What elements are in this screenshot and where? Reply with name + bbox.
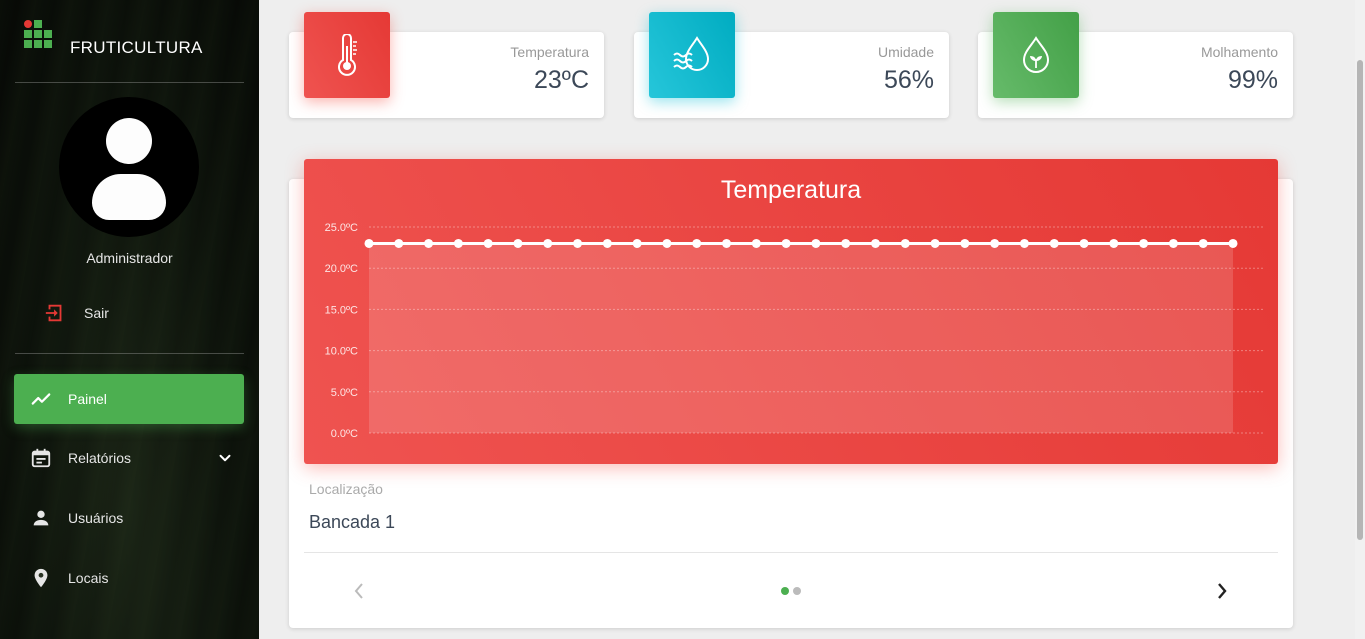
y-tick-label: 25.0ºC — [325, 222, 358, 234]
data-point — [1198, 238, 1208, 248]
sidebar-item-locais[interactable]: Locais — [14, 553, 244, 603]
stat-label: Umidade — [877, 44, 934, 60]
data-point — [1168, 238, 1178, 248]
logout-button[interactable]: Sair — [44, 302, 109, 324]
data-point — [990, 238, 1000, 248]
sidebar-item-label: Usuários — [68, 510, 124, 526]
data-point — [870, 238, 880, 248]
stat-value: 23ºC — [534, 66, 589, 94]
stat-label: Molhamento — [1200, 44, 1278, 60]
person-icon — [30, 507, 52, 529]
brand-title[interactable]: FRUTICULTURA — [70, 38, 203, 58]
pager-dot[interactable] — [781, 587, 789, 595]
data-point — [900, 238, 910, 248]
data-point — [662, 238, 672, 248]
stat-card-temperatura: Temperatura 23ºC — [289, 12, 604, 118]
y-tick-label: 15.0ºC — [325, 304, 358, 316]
data-point — [960, 238, 970, 248]
data-point — [632, 238, 642, 248]
data-point — [692, 238, 702, 248]
series-area — [369, 243, 1233, 433]
sidebar-item-painel[interactable]: Painel — [14, 374, 244, 424]
data-point — [1228, 238, 1238, 248]
data-point — [364, 238, 374, 248]
scrollbar[interactable] — [1355, 0, 1365, 639]
stat-card-molhamento: Molhamento 99% — [978, 12, 1293, 118]
location-value: Bancada 1 — [309, 512, 396, 532]
data-point — [1019, 238, 1029, 248]
leaf-drop-icon — [993, 12, 1079, 98]
data-point — [602, 238, 612, 248]
thermometer-icon — [304, 12, 390, 98]
data-point — [722, 238, 732, 248]
divider — [304, 552, 1278, 553]
stat-card-umidade: Umidade 56% — [634, 12, 949, 118]
sidebar: FRUTICULTURA Administrador Sair Painel R… — [0, 0, 259, 639]
location-pin-icon — [30, 567, 52, 589]
chevron-left-icon[interactable] — [351, 581, 367, 606]
stat-value: 99% — [1227, 66, 1278, 94]
avatar[interactable] — [59, 97, 199, 237]
sidebar-item-label: Painel — [68, 391, 107, 407]
sidebar-divider — [15, 82, 244, 83]
data-point — [513, 238, 523, 248]
temperature-chart-card: Temperatura 0.0ºC 5.0ºC 10.0ºC 15.0ºC 20.0ºC… — [289, 159, 1293, 628]
data-point — [781, 238, 791, 248]
temperature-chart: Temperatura 0.0ºC 5.0ºC 10.0ºC 15.0ºC 20.0ºC… — [304, 159, 1278, 464]
data-point — [424, 238, 434, 248]
sidebar-divider — [15, 353, 244, 354]
scrollbar-thumb[interactable] — [1357, 60, 1363, 540]
data-point — [1109, 238, 1119, 248]
data-point — [1079, 238, 1089, 248]
data-point — [394, 238, 404, 248]
sidebar-item-usuarios[interactable]: Usuários — [14, 493, 244, 543]
sidebar-item-relatorios[interactable]: Relatórios — [14, 433, 244, 483]
institution-logo — [24, 20, 52, 54]
data-point — [751, 238, 761, 248]
data-point — [573, 238, 583, 248]
data-point — [811, 238, 821, 248]
chevron-right-icon[interactable] — [1214, 581, 1230, 606]
data-point — [483, 238, 493, 248]
trending-up-icon — [30, 388, 52, 410]
location-label: Localização — [309, 481, 383, 497]
data-point — [930, 238, 940, 248]
calendar-icon — [30, 447, 52, 469]
chart-plot: 0.0ºC 5.0ºC 10.0ºC 15.0ºC 20.0ºC 25.0ºC — [325, 222, 1263, 440]
sidebar-item-label: Locais — [68, 570, 109, 586]
stat-value: 56% — [883, 66, 934, 94]
logout-label: Sair — [84, 305, 109, 321]
sidebar-item-label: Relatórios — [68, 450, 132, 466]
y-tick-label: 0.0ºC — [331, 428, 358, 440]
y-tick-label: 10.0ºC — [325, 346, 358, 358]
pager-dots — [781, 587, 801, 595]
chevron-down-icon[interactable] — [216, 449, 234, 470]
water-drop-waves-icon — [649, 12, 735, 98]
data-point — [453, 238, 463, 248]
data-point — [1139, 238, 1149, 248]
data-point — [543, 238, 553, 248]
pager-dot[interactable] — [793, 587, 801, 595]
logout-icon — [45, 304, 62, 322]
data-point — [841, 238, 851, 248]
data-point — [1049, 238, 1059, 248]
y-tick-label: 5.0ºC — [331, 387, 358, 399]
user-name: Administrador — [86, 250, 173, 266]
stat-label: Temperatura — [510, 44, 589, 60]
y-tick-label: 20.0ºC — [325, 263, 358, 275]
